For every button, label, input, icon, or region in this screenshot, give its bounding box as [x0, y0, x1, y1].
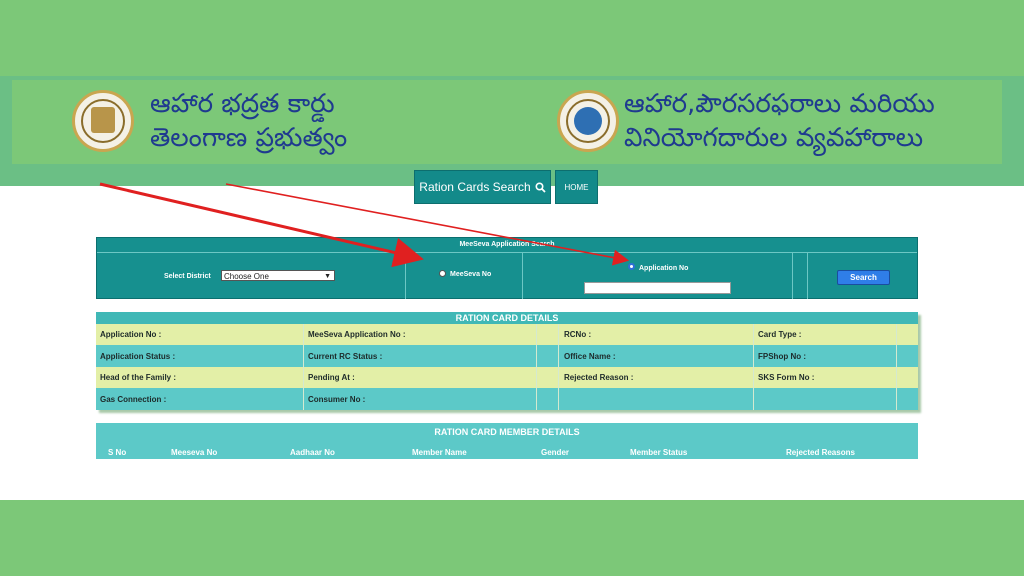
arrow-to-meeseva-radio — [99, 182, 424, 268]
arrow-to-application-radio — [225, 183, 630, 266]
annotation-arrows — [99, 182, 630, 268]
